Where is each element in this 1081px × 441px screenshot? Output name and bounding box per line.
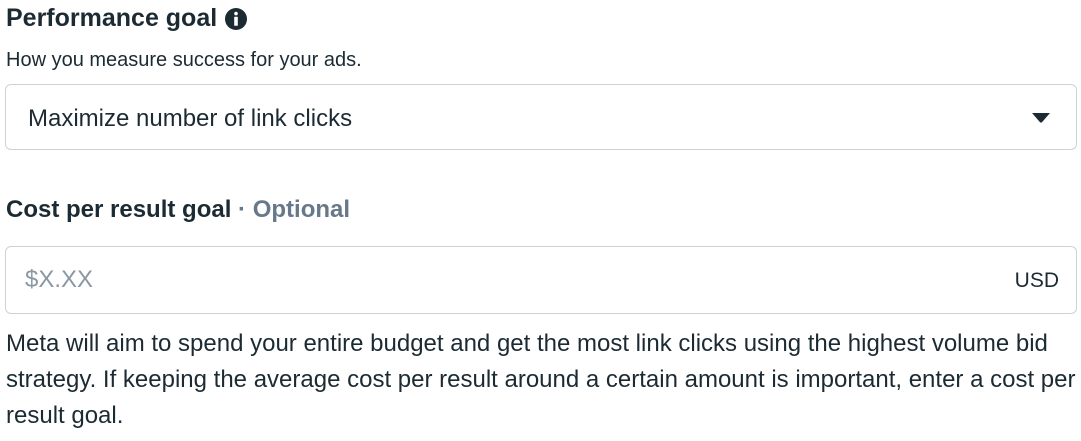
performance-goal-dropdown[interactable]: Maximize number of link clicks <box>5 84 1077 150</box>
info-icon[interactable] <box>224 7 248 31</box>
label-separator: · <box>238 196 247 223</box>
performance-goal-description: How you measure success for your ads. <box>6 49 362 71</box>
performance-goal-heading: Performance goal <box>6 4 248 33</box>
performance-goal-section: Performance goal How you measure success… <box>0 0 1081 441</box>
caret-down-icon <box>1030 111 1052 125</box>
optional-tag: Optional <box>252 196 351 223</box>
bid-strategy-help-text: Meta will aim to spend your entire budge… <box>6 330 1076 429</box>
currency-label: USD <box>1014 269 1059 292</box>
performance-goal-title: Performance goal <box>6 4 218 32</box>
cost-per-result-title: Cost per result goal <box>6 196 232 223</box>
performance-goal-selected-value: Maximize number of link clicks <box>28 105 353 132</box>
cost-per-result-field: USD <box>5 246 1077 314</box>
cost-per-result-input[interactable] <box>6 247 966 313</box>
cost-per-result-label: Cost per result goal · Optional <box>6 196 350 224</box>
